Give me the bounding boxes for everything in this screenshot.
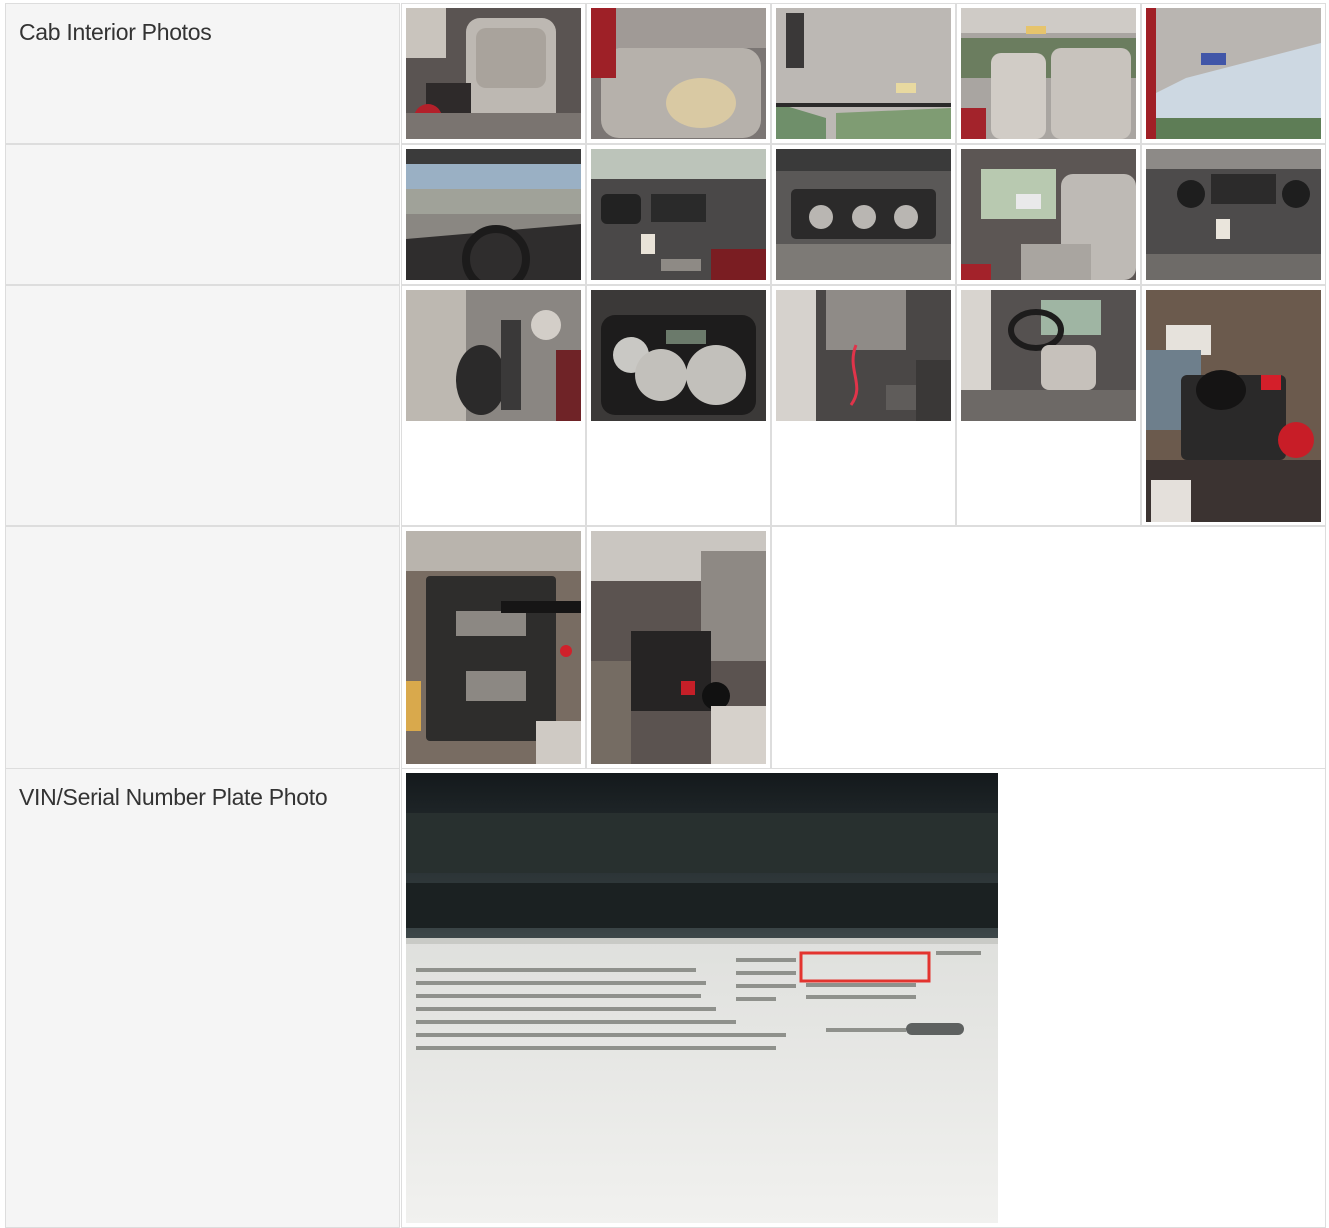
- dash-vents-photo[interactable]: [591, 149, 766, 280]
- climate-controls-photo[interactable]: [776, 149, 951, 280]
- photo-cell: [401, 285, 586, 526]
- photo-cell: [586, 3, 771, 144]
- row-label-cab-interior: Cab Interior Photos: [5, 3, 400, 144]
- photo-cell: [401, 3, 586, 144]
- driver-seat-photo[interactable]: [961, 290, 1136, 421]
- seat-rear-photo[interactable]: [961, 8, 1136, 139]
- photo-cell: [586, 144, 771, 285]
- vin-plate-photo[interactable]: [406, 773, 998, 1223]
- photo-report-table: Cab Interior Photos VIN/Serial Number Pl…: [0, 0, 1329, 1228]
- photo-cell: [1141, 3, 1326, 144]
- photo-cell: [771, 285, 956, 526]
- console-levers-photo[interactable]: [406, 531, 581, 764]
- row-label-empty: [5, 144, 400, 285]
- photo-cell: [956, 144, 1141, 285]
- dashboard-photo[interactable]: [406, 149, 581, 280]
- row-label-vin-plate: VIN/Serial Number Plate Photo: [5, 768, 400, 1228]
- shifter-photo[interactable]: [591, 531, 766, 764]
- photo-cell: [771, 3, 956, 144]
- control-panel-photo[interactable]: [1146, 290, 1321, 522]
- torn-seat-photo[interactable]: [591, 8, 766, 139]
- row-label-text: Cab Interior Photos: [19, 19, 212, 45]
- photo-cell: [401, 144, 586, 285]
- photo-cell: [1141, 285, 1326, 526]
- photo-cell: [956, 3, 1141, 144]
- photo-cell: [586, 285, 771, 526]
- passenger-door-photo[interactable]: [961, 149, 1136, 280]
- photo-cell: [586, 526, 771, 769]
- photo-cell: [401, 768, 1326, 1228]
- photo-cell: [956, 285, 1141, 526]
- dash-switches-photo[interactable]: [406, 290, 581, 421]
- headliner-photo[interactable]: [776, 8, 951, 139]
- steering-column-photo[interactable]: [776, 290, 951, 421]
- empty-cell: [771, 526, 1326, 769]
- photo-cell: [771, 144, 956, 285]
- gauge-cluster-photo[interactable]: [591, 290, 766, 421]
- photo-cell: [1141, 144, 1326, 285]
- row-label-empty: [5, 285, 400, 526]
- seat-photo[interactable]: [406, 8, 581, 139]
- row-label-empty: [5, 526, 400, 769]
- photo-cell: [401, 526, 586, 769]
- windshield-photo[interactable]: [1146, 8, 1321, 139]
- row-label-text: VIN/Serial Number Plate Photo: [19, 784, 328, 810]
- radio-console-photo[interactable]: [1146, 149, 1321, 280]
